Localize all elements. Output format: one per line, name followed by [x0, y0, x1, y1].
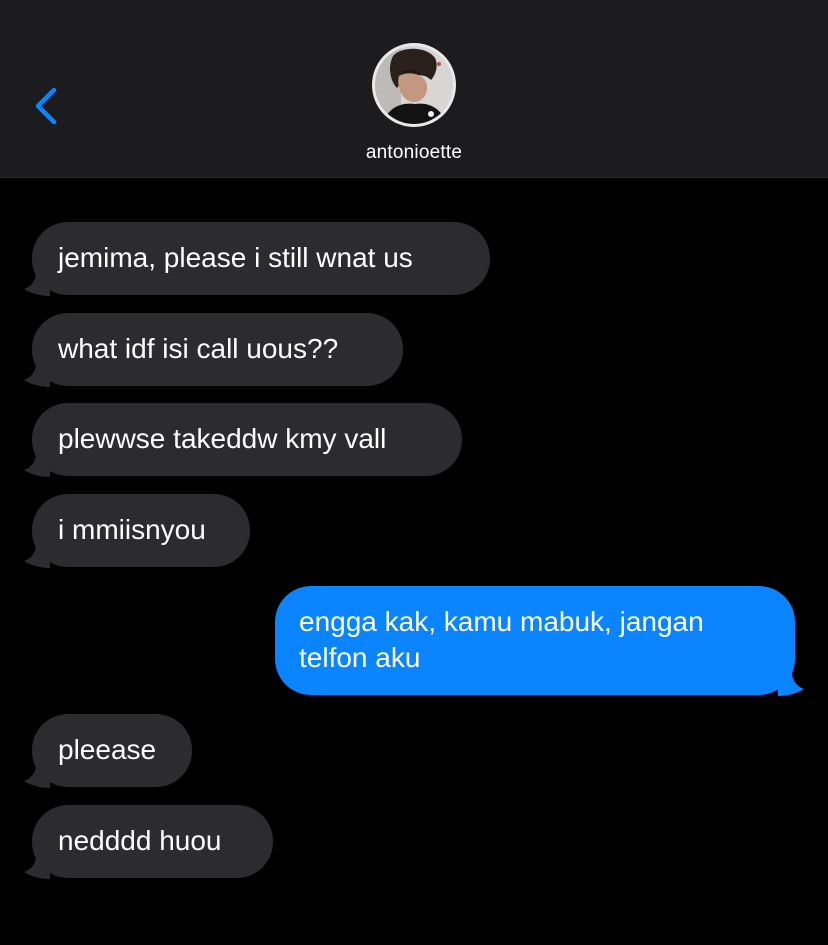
conversation-header: antonioette: [0, 0, 828, 178]
message-text: jemima, please i still wnat us: [58, 242, 413, 273]
contact-name[interactable]: antonioette: [0, 142, 828, 164]
message-text: plewwse takeddw kmy vall: [58, 423, 387, 454]
message-text: i mmiisnyou: [58, 514, 206, 545]
back-button[interactable]: [28, 84, 68, 128]
messages-screen: antonioette jemima, please i still wnat …: [0, 0, 828, 945]
message-text: engga kak, kamu mabuk, jangan telfon aku: [299, 606, 704, 673]
incoming-message-bubble[interactable]: plewwse takeddw kmy vall: [32, 403, 462, 476]
incoming-message-bubble[interactable]: jemima, please i still wnat us: [32, 222, 490, 295]
chevron-left-icon: [35, 87, 57, 125]
incoming-message-bubble[interactable]: nedddd huou: [32, 805, 273, 878]
avatar[interactable]: [372, 43, 456, 127]
message-text: nedddd huou: [58, 825, 222, 856]
message-text: what idf isi call uous??: [58, 333, 339, 364]
incoming-message-bubble[interactable]: i mmiisnyou: [32, 494, 250, 567]
profile-photo: [375, 46, 453, 124]
incoming-message-bubble[interactable]: what idf isi call uous??: [32, 313, 403, 386]
outgoing-message-bubble[interactable]: engga kak, kamu mabuk, jangan telfon aku: [275, 586, 795, 695]
message-text: pleease: [58, 734, 157, 765]
message-thread[interactable]: jemima, please i still wnat us what idf …: [0, 178, 828, 945]
incoming-message-bubble[interactable]: pleease: [32, 714, 192, 787]
